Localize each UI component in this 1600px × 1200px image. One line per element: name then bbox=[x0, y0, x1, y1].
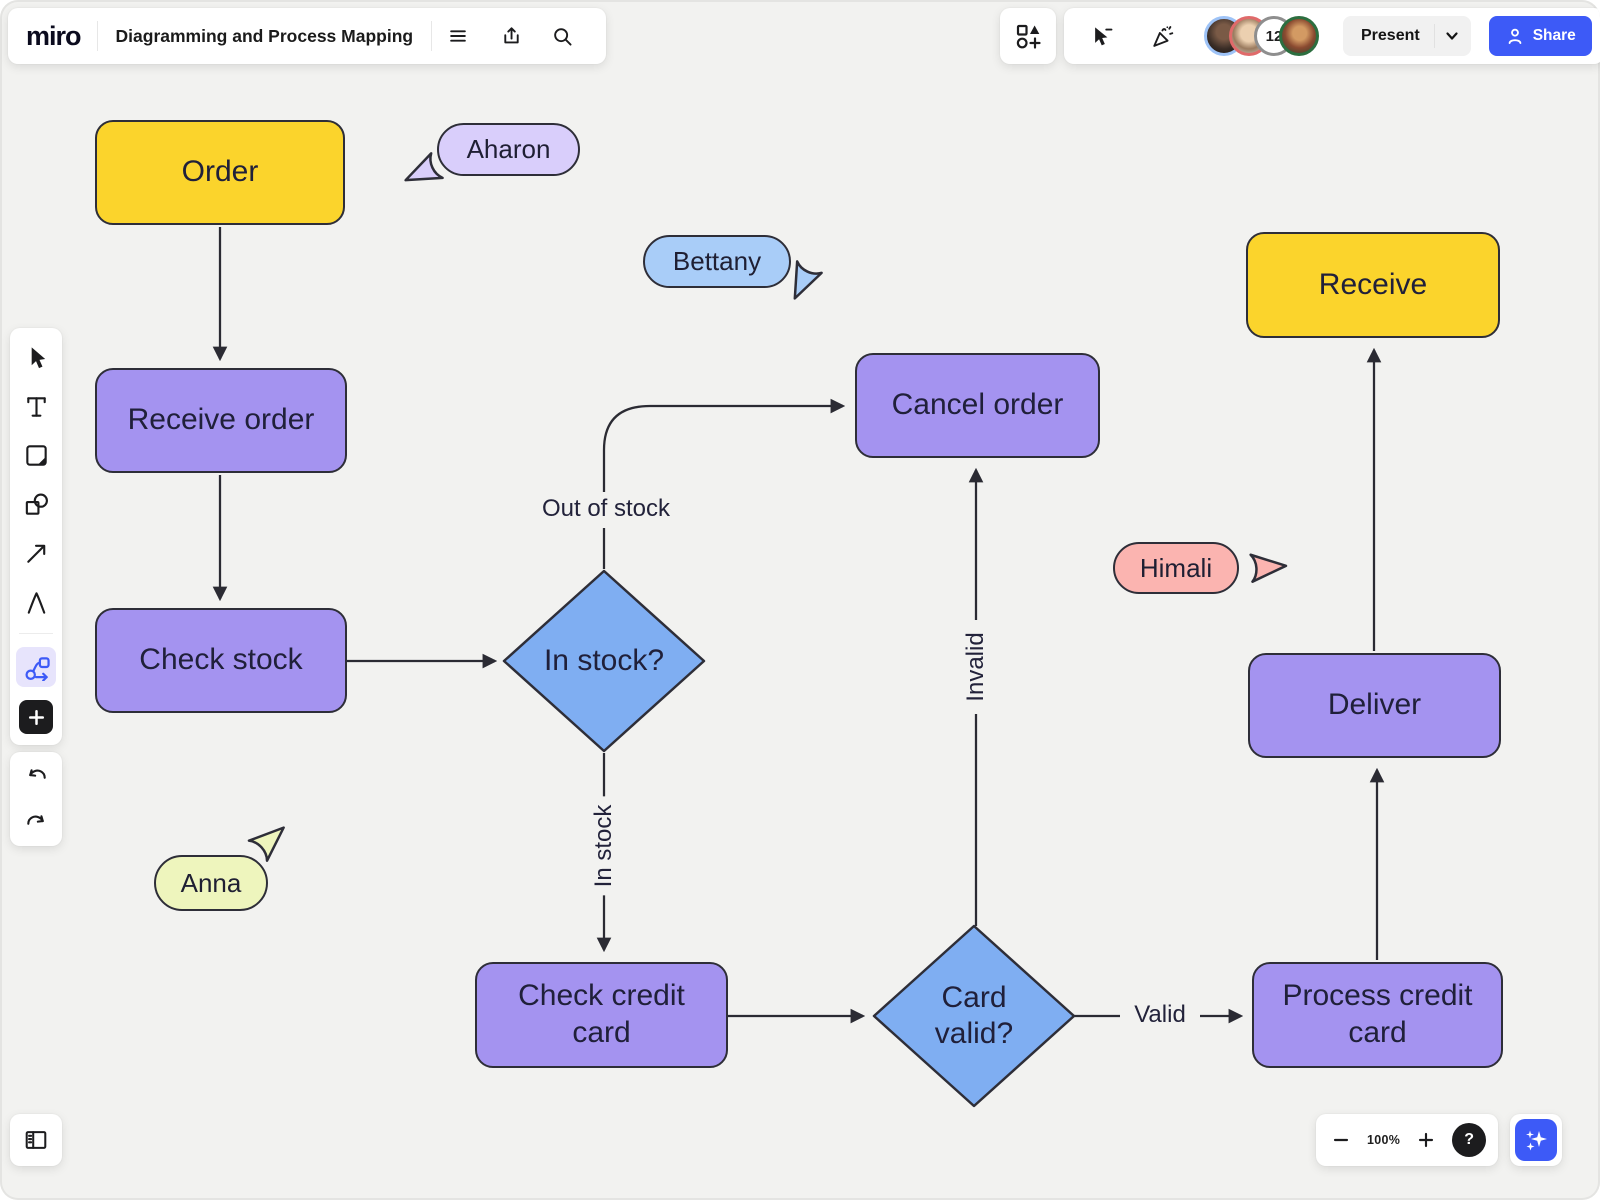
node-label: Receive order bbox=[128, 402, 315, 439]
panel-toggle-button[interactable] bbox=[10, 1114, 62, 1166]
topbar-left: miro Diagramming and Process Mapping bbox=[8, 8, 606, 64]
edge-label-in-stock[interactable]: In stock bbox=[587, 797, 621, 896]
present-button[interactable]: Present bbox=[1343, 16, 1471, 56]
node-label: Check stock bbox=[139, 642, 302, 679]
edge-label-out-of-stock[interactable]: Out of stock bbox=[534, 492, 678, 526]
miro-board-window: Order Receive order Check stock In stock… bbox=[0, 0, 1600, 1200]
avatar-stack[interactable]: 12 bbox=[1204, 16, 1319, 56]
flow-node-cancel-order[interactable]: Cancel order bbox=[855, 353, 1100, 458]
divider bbox=[1434, 24, 1435, 48]
share-label: Share bbox=[1533, 27, 1576, 45]
present-label: Present bbox=[1361, 27, 1434, 45]
share-button[interactable]: Share bbox=[1489, 16, 1592, 56]
widgets-icon bbox=[1014, 22, 1042, 50]
flow-node-card-valid-label[interactable]: Card valid? bbox=[874, 966, 1074, 1066]
divider bbox=[19, 633, 53, 634]
node-label: Deliver bbox=[1328, 687, 1421, 724]
node-label: In stock? bbox=[544, 643, 664, 679]
edge-label-invalid[interactable]: Invalid bbox=[959, 624, 993, 709]
flow-node-in-stock-label[interactable]: In stock? bbox=[504, 631, 704, 691]
node-label: Process credit card bbox=[1282, 978, 1474, 1051]
miro-logo[interactable]: miro bbox=[26, 21, 97, 52]
select-icon[interactable] bbox=[18, 339, 54, 375]
node-label: Card valid? bbox=[918, 980, 1030, 1052]
diagramming-icon[interactable] bbox=[16, 647, 56, 687]
creation-toolbar bbox=[10, 328, 62, 745]
topbar-right: 12 Present Share bbox=[1064, 8, 1600, 64]
cursor-tag-himali: Himali bbox=[1113, 542, 1239, 594]
zoom-in-button[interactable] bbox=[1413, 1127, 1439, 1153]
flow-node-deliver[interactable]: Deliver bbox=[1248, 653, 1501, 758]
edge-label-valid[interactable]: Valid bbox=[1126, 998, 1194, 1032]
flow-node-receive-order[interactable]: Receive order bbox=[95, 368, 347, 473]
person-icon bbox=[1505, 26, 1525, 46]
cursor-tag-anna: Anna bbox=[154, 855, 268, 911]
export-icon[interactable] bbox=[497, 23, 523, 49]
node-label: Check credit card bbox=[516, 978, 688, 1051]
celebrate-icon[interactable] bbox=[1149, 23, 1175, 49]
zoom-level[interactable]: 100% bbox=[1367, 1133, 1400, 1147]
connection-line-icon[interactable] bbox=[18, 535, 54, 571]
chevron-down-icon bbox=[1445, 29, 1459, 43]
cursor-pointer-himali bbox=[1249, 551, 1289, 584]
divider bbox=[431, 21, 432, 51]
flow-node-process-credit-card[interactable]: Process credit card bbox=[1252, 962, 1503, 1068]
undo-icon[interactable] bbox=[18, 758, 54, 794]
search-icon[interactable] bbox=[549, 23, 575, 49]
sparkles-icon bbox=[1522, 1126, 1550, 1154]
flow-node-check-stock[interactable]: Check stock bbox=[95, 608, 347, 713]
flow-node-receive[interactable]: Receive bbox=[1246, 232, 1500, 338]
hamburger-icon[interactable] bbox=[445, 23, 471, 49]
history-toolbar bbox=[10, 752, 62, 846]
cursor-tag-bettany: Bettany bbox=[643, 235, 791, 288]
ai-assistant-panel bbox=[1510, 1114, 1562, 1166]
node-label: Receive bbox=[1319, 267, 1427, 304]
connector-outofstock-cancel bbox=[604, 406, 843, 493]
flow-node-order[interactable]: Order bbox=[95, 120, 345, 225]
panel-toggle-icon bbox=[23, 1127, 49, 1153]
node-label: Order bbox=[182, 154, 259, 191]
node-label: Cancel order bbox=[892, 387, 1064, 424]
pen-icon[interactable] bbox=[18, 584, 54, 620]
follow-cursor-icon[interactable] bbox=[1089, 23, 1115, 49]
ai-assistant-button[interactable] bbox=[1515, 1119, 1557, 1161]
flow-node-check-credit-card[interactable]: Check credit card bbox=[475, 962, 728, 1068]
text-icon[interactable] bbox=[18, 388, 54, 424]
widgets-panel[interactable] bbox=[1000, 8, 1056, 64]
help-button[interactable]: ? bbox=[1452, 1123, 1486, 1157]
add-icon[interactable] bbox=[19, 700, 53, 734]
shapes-icon[interactable] bbox=[18, 486, 54, 522]
board-title[interactable]: Diagramming and Process Mapping bbox=[98, 26, 432, 47]
sticky-note-icon[interactable] bbox=[18, 437, 54, 473]
cursor-tag-aharon: Aharon bbox=[437, 123, 580, 176]
redo-icon[interactable] bbox=[18, 804, 54, 840]
zoom-controls: 100% ? bbox=[1316, 1114, 1498, 1166]
zoom-out-button[interactable] bbox=[1328, 1127, 1354, 1153]
avatar-green-ring[interactable] bbox=[1279, 16, 1319, 56]
